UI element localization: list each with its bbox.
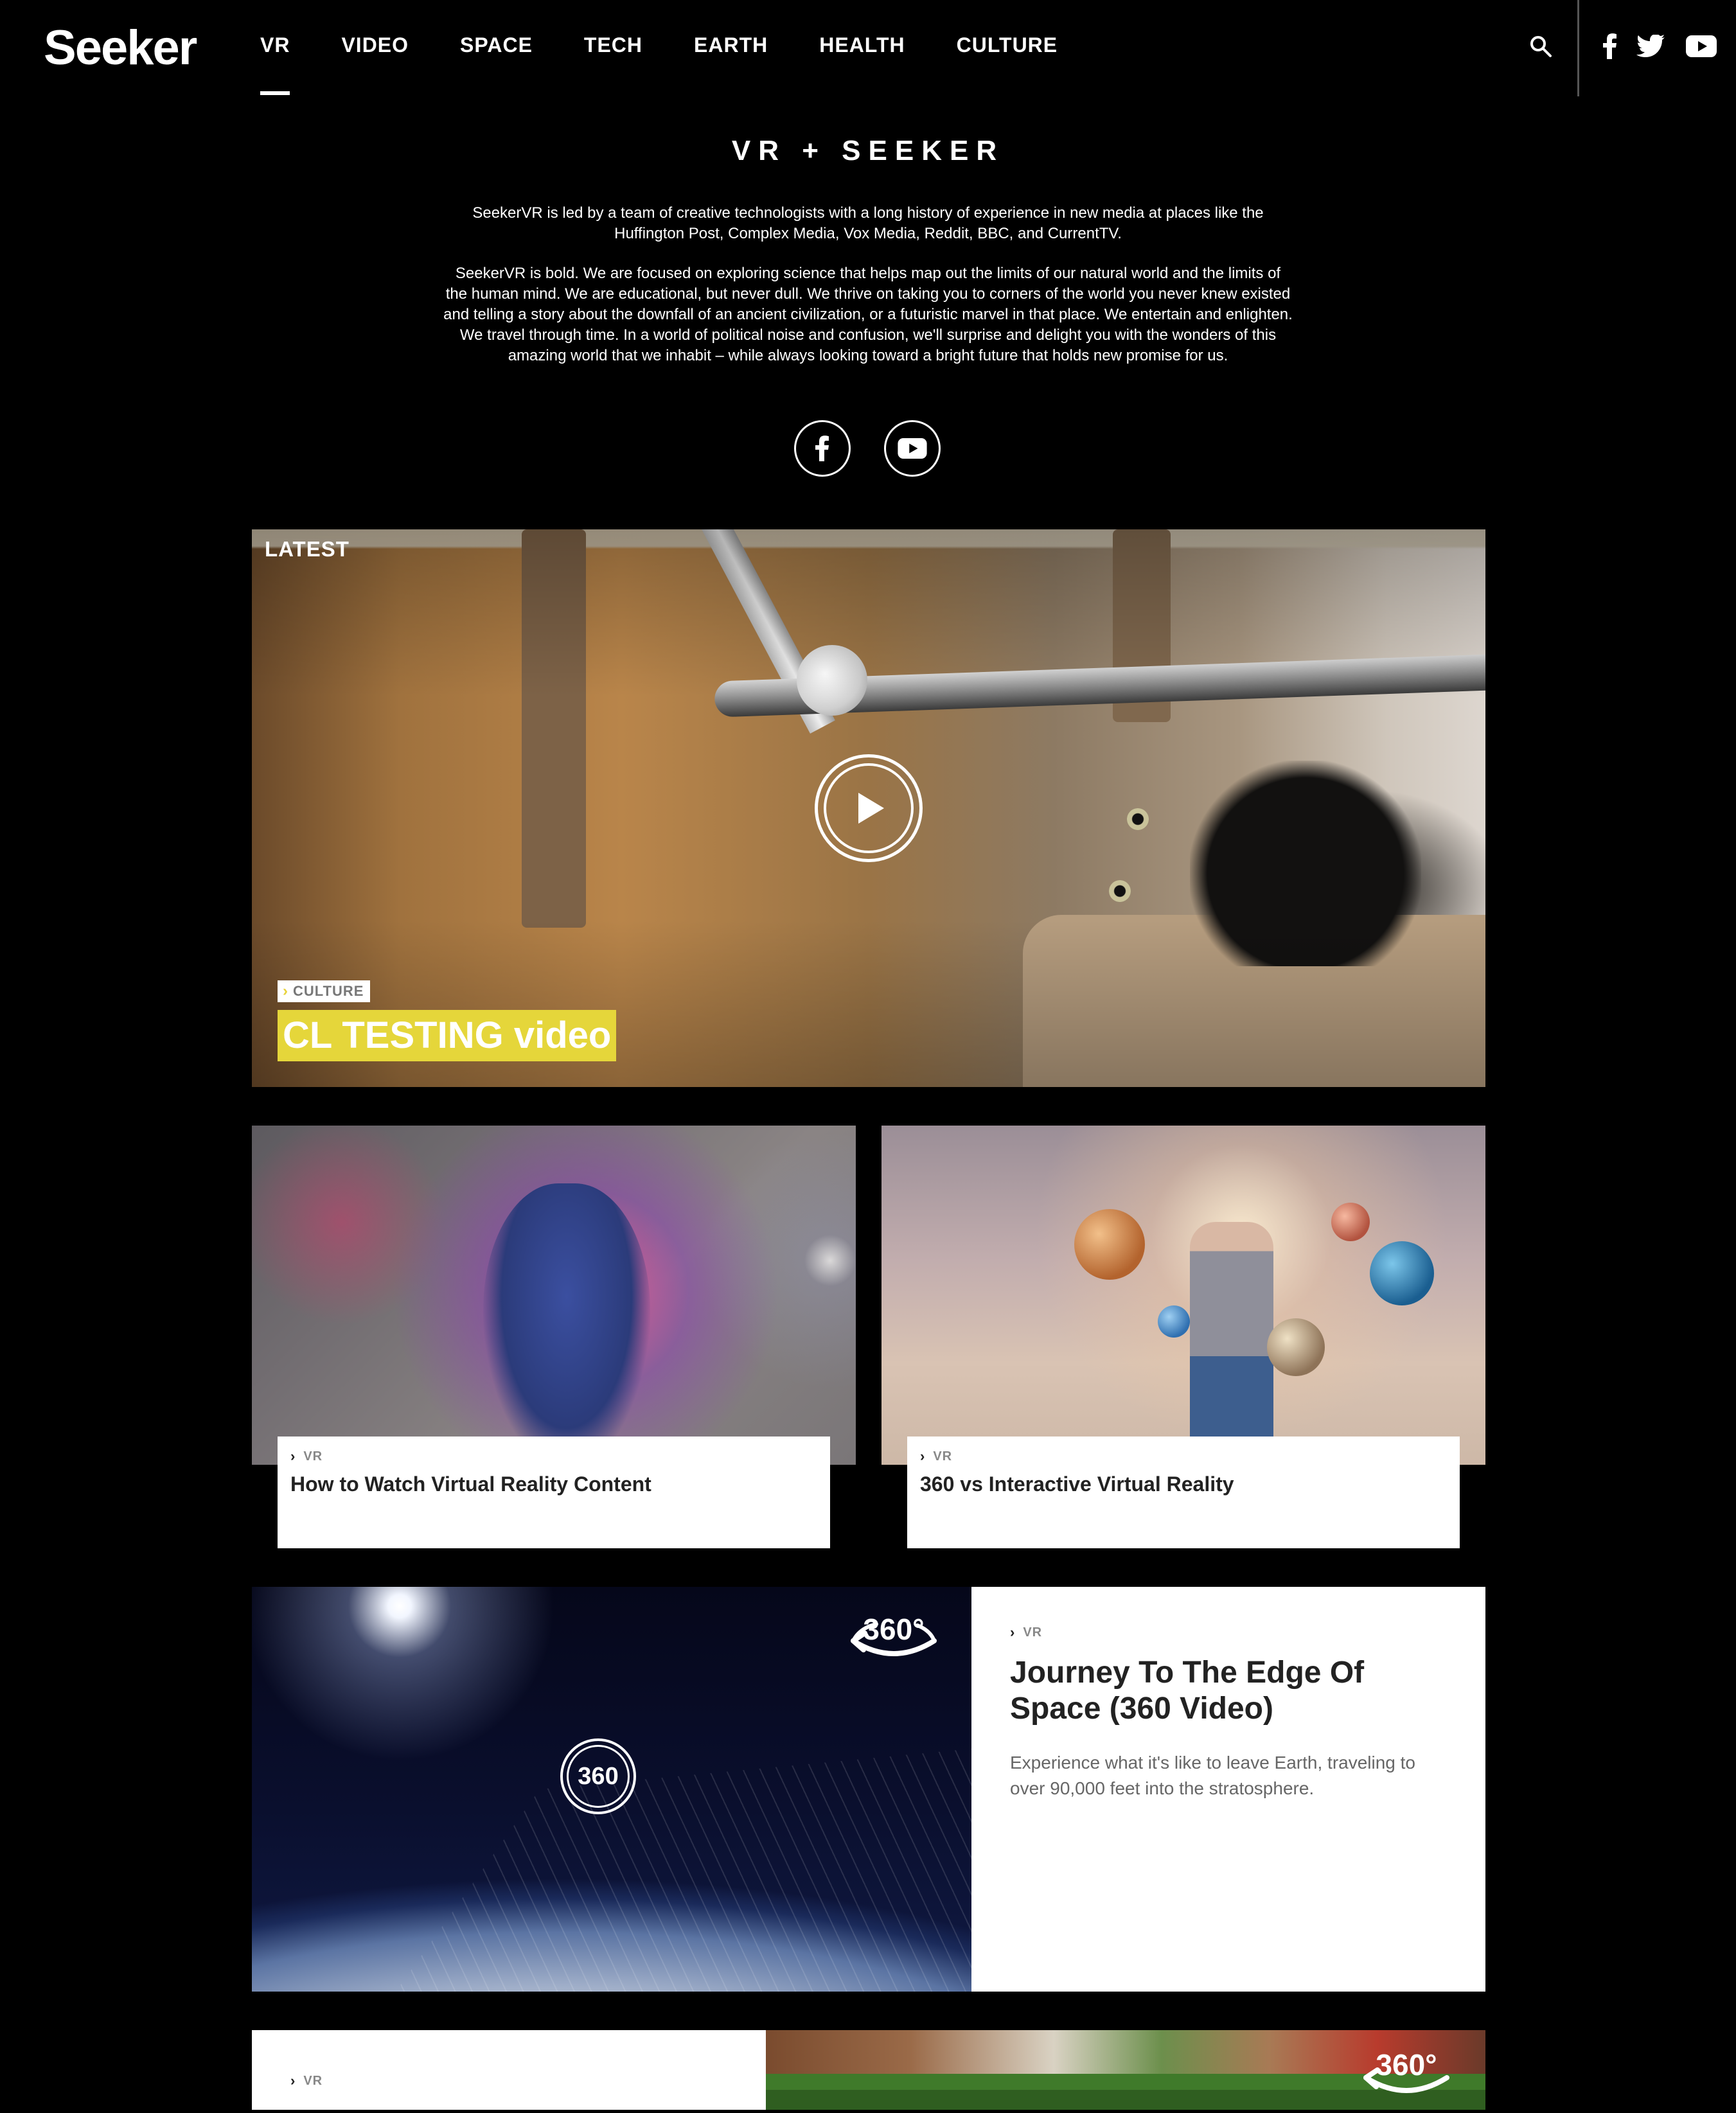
youtube-icon [898, 438, 927, 459]
search-icon[interactable] [1528, 33, 1554, 59]
nav-item-earth[interactable]: EARTH [694, 0, 768, 63]
feature-category-tag[interactable]: › VR [1010, 1624, 1447, 1641]
feature-description: Experience what it's like to leave Earth… [1010, 1753, 1415, 1798]
play-icon [858, 793, 884, 824]
article-card[interactable]: › VR How to Watch Virtual Reality Conten… [278, 1437, 830, 1548]
intro-paragraph-2: SeekerVR is bold. We are focused on expl… [443, 265, 1293, 364]
360-icon: 360° [840, 1602, 947, 1673]
play-button[interactable] [815, 754, 923, 862]
header-divider [1577, 0, 1579, 96]
card-title[interactable]: 360 vs Interactive Virtual Reality [920, 1472, 1447, 1496]
card-image-detail [1267, 1318, 1325, 1376]
nav-item-health[interactable]: HEALTH [819, 0, 905, 63]
360-badge-small-label: 360 [567, 1745, 630, 1808]
intro-paragraph-1: SeekerVR is led by a team of creative te… [472, 204, 1264, 242]
card-image-vr-cosmic[interactable] [252, 1126, 856, 1465]
card-category-label: VR [933, 1449, 953, 1463]
youtube-icon[interactable] [1686, 32, 1717, 60]
card-category-tag[interactable]: › VR [290, 1448, 817, 1465]
facebook-icon[interactable] [1601, 32, 1619, 60]
card-category-tag[interactable]: › VR [920, 1448, 1447, 1465]
main-nav: VR VIDEO SPACE TECH EARTH HEALTH CULTURE [260, 0, 1109, 96]
hero-image-detail [1127, 808, 1149, 830]
latest-label: LATEST [265, 537, 350, 561]
hero-category-tag[interactable]: › CULTURE [278, 980, 371, 1002]
nav-item-space[interactable]: SPACE [460, 0, 533, 63]
next-article[interactable]: › VR [252, 2030, 766, 2110]
360-badge-label: 360° [863, 1613, 924, 1646]
next-category-tag[interactable]: › VR [290, 2073, 727, 2089]
facebook-circle-button[interactable] [794, 420, 851, 477]
card-image-vr-planets[interactable] [881, 1126, 1485, 1465]
feature-article[interactable]: › VR Journey To The Edge Of Space (360 V… [971, 1587, 1485, 1992]
twitter-icon[interactable] [1636, 32, 1665, 60]
youtube-circle-button[interactable] [884, 420, 941, 477]
360-icon: 360° [1353, 2038, 1460, 2110]
chevron-right-icon: › [920, 1448, 926, 1464]
card-image-detail [1074, 1209, 1145, 1280]
nav-item-tech[interactable]: TECH [584, 0, 642, 63]
play-button-ring [824, 763, 914, 853]
hero-image-detail [1109, 880, 1131, 902]
page-title: VR + SEEKER [731, 135, 1005, 166]
card-image-detail [483, 1183, 650, 1465]
card-image-detail [1158, 1305, 1190, 1338]
nav-item-video[interactable]: VIDEO [341, 0, 409, 63]
card-title[interactable]: How to Watch Virtual Reality Content [290, 1472, 817, 1496]
facebook-icon [815, 436, 829, 461]
chevron-right-icon: › [1010, 1624, 1016, 1640]
card-image-detail [1190, 1222, 1273, 1465]
seeker-logo[interactable]: Seeker [44, 19, 197, 77]
chevron-right-icon: › [290, 2073, 296, 2089]
chevron-right-icon: › [290, 1448, 296, 1464]
card-image-detail [1331, 1203, 1370, 1241]
hero-title[interactable]: CL TESTING video [278, 1010, 617, 1061]
nav-item-vr[interactable]: VR [260, 0, 290, 95]
article-card[interactable]: › VR 360 vs Interactive Virtual Reality [907, 1437, 1460, 1548]
feature-category-label: VR [1023, 1625, 1043, 1640]
nav-item-culture[interactable]: CULTURE [957, 0, 1058, 63]
hero-category-label: CULTURE [293, 983, 364, 999]
360-play-button[interactable]: 360 [560, 1738, 636, 1814]
360-badge-label: 360° [1376, 2048, 1437, 2082]
next-category-label: VR [303, 2073, 323, 2088]
feature-title[interactable]: Journey To The Edge Of Space (360 Video) [1010, 1655, 1447, 1727]
card-category-label: VR [303, 1449, 323, 1463]
chevron-right-icon: › [283, 982, 288, 1000]
card-image-detail [1370, 1241, 1434, 1305]
